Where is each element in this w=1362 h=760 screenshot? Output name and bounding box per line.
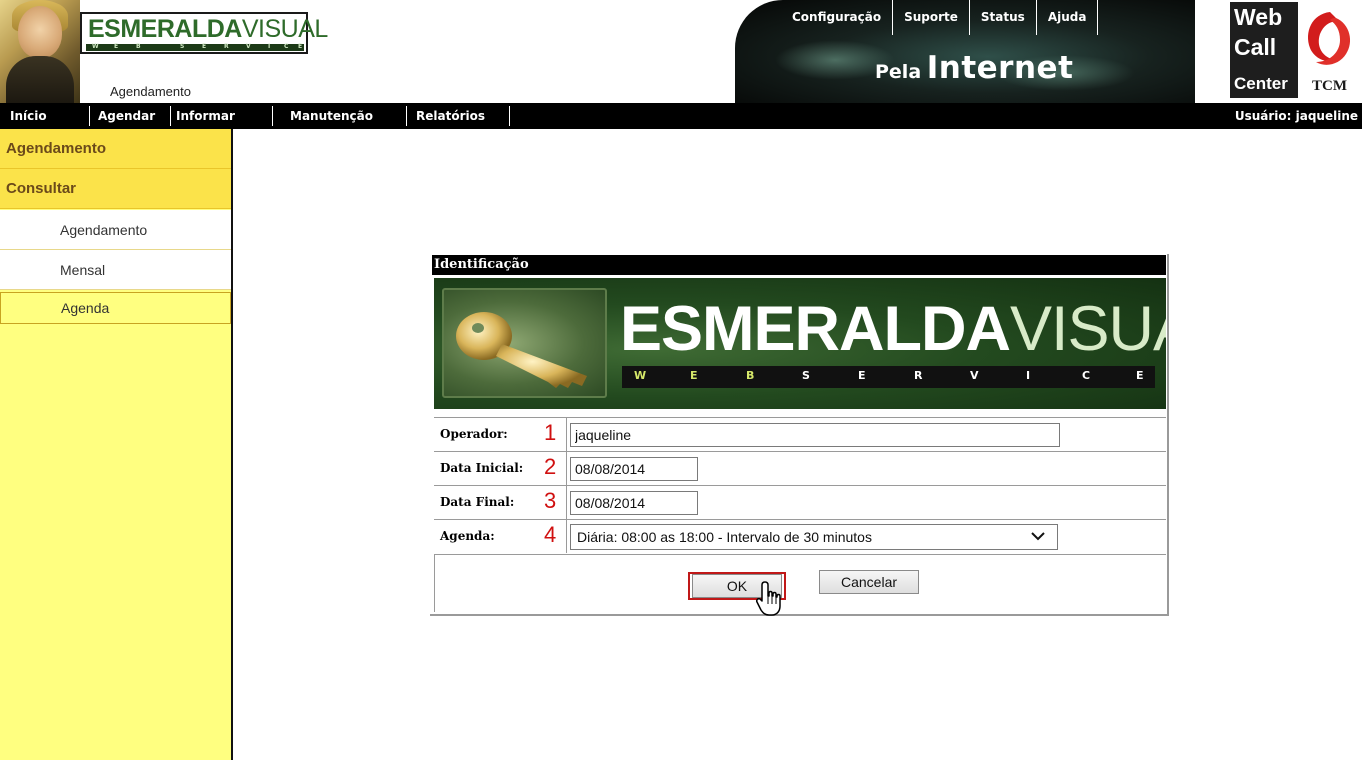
brand-strip-letter: S [180,43,185,50]
brand-logo: ESMERALDAVISUAL W E B S E R V I C E [80,12,328,54]
agenda-select-value: Diária: 08:00 as 18:00 - Intervalo de 30… [577,529,872,545]
dialog-title: Identificação [432,255,1166,275]
nav-separator [272,106,273,126]
data-inicial-label: Data Inicial: [440,461,524,475]
nav-agendar[interactable]: Agendar [98,103,155,129]
link-configuracao[interactable]: Configuração [790,0,894,35]
banner-strip-letter: R [914,369,923,382]
brand-light: VISUAL [241,15,328,43]
sidebar-head-consultar[interactable]: Consultar [0,169,231,209]
dialog-banner: ESMERALDAVISUAL W E B S E R V I C E [434,278,1166,409]
operador-label: Operador: [440,427,508,441]
banner-strip: W E B S E R V I C E [622,366,1155,388]
agenda-select[interactable]: Diária: 08:00 as 18:00 - Intervalo de 30… [570,524,1058,550]
brand-strip-letter: E [114,43,119,50]
key-image [442,288,607,398]
brand-strip-letter: C [284,43,289,50]
nav-separator [509,106,510,126]
chevron-down-icon [1031,532,1045,541]
sidebar: Agendamento Consultar Agendamento Mensal… [0,129,233,760]
banner-strip-letter: E [1136,369,1144,382]
brand-strip: W E B S E R V I C E [86,43,304,51]
main-nav: Início Agendar Informar Manutenção Relat… [0,103,1362,129]
top-links: Configuração Suporte Status Ajuda [790,0,1099,35]
data-final-label: Data Final: [440,495,515,509]
wcc-line1: Web [1234,4,1283,30]
tagline-big: Internet [926,50,1074,86]
banner-strip-letter: V [970,369,979,382]
sidebar-head-agendamento[interactable]: Agendamento [0,129,231,169]
row-agenda: Agenda: 4 Diária: 08:00 as 18:00 - Inter… [434,519,1166,553]
web-call-center-logo: Web Call Center TCM [1228,0,1362,103]
nav-relatorios[interactable]: Relatórios [416,103,485,129]
agenda-label: Agenda: [440,529,495,543]
identification-dialog: Identificação ESMERALDAVISUAL W E [430,254,1169,616]
brand-strip-letter: B [136,43,141,50]
row-data-inicial: Data Inicial: 2 [434,451,1166,485]
nav-manutencao[interactable]: Manutenção [290,103,373,129]
brand-strip-letter: E [298,43,303,50]
nav-separator [89,106,90,126]
banner-strip-letter: I [1026,369,1031,382]
step-marker-4: 4 [544,522,557,547]
header-photo [0,0,80,103]
row-data-final: Data Final: 3 [434,485,1166,519]
cancel-button[interactable]: Cancelar [819,570,919,594]
banner-tagline: Pela Internet [875,50,1073,86]
brand-strip-letter: W [92,43,99,50]
module-label: Agendamento [110,84,191,99]
key-icon [456,312,587,388]
data-final-input[interactable] [570,491,698,515]
link-suporte[interactable]: Suporte [893,0,970,35]
step-marker-3: 3 [544,488,557,513]
banner-strip-letter: E [858,369,866,382]
sidebar-item-agendamento[interactable]: Agendamento [0,210,231,250]
step-marker-2: 2 [544,454,557,479]
current-user: Usuário: jaqueline [1234,109,1358,123]
nav-separator [170,106,171,126]
nav-informar[interactable]: Informar [176,103,235,129]
banner-strip-letter: E [690,369,698,382]
link-status[interactable]: Status [970,0,1037,35]
sidebar-item-agenda[interactable]: Agenda [0,292,231,324]
banner-brand-bold: ESMERALDA [620,294,1011,364]
hand-cursor-icon [756,581,781,616]
data-inicial-input[interactable] [570,457,698,481]
header: ESMERALDAVISUAL W E B S E R V I C E Agen… [0,0,1362,103]
step-marker-1: 1 [544,420,557,445]
operador-input[interactable] [570,423,1060,447]
brand-strip-letter: R [224,43,229,50]
tcm-swirl-icon [1308,12,1351,65]
brand-strip-letter: I [268,43,271,50]
button-row: OK Cancelar [434,554,1166,616]
tcm-label: TCM [1312,78,1347,94]
banner-brand: ESMERALDAVISUAL [620,296,1166,362]
banner-brand-light: VISUAL [1010,294,1166,364]
link-ajuda[interactable]: Ajuda [1037,0,1099,35]
tagline-small: Pela [875,61,922,83]
sidebar-item-mensal[interactable]: Mensal [0,250,231,290]
brand-bold: ESMERALDA [88,15,242,43]
brand-strip-letter: E [202,43,207,50]
wcc-line3: Center [1234,74,1288,93]
row-operador: Operador: 1 [434,417,1166,451]
brand-strip-letter: V [246,43,251,50]
banner-strip-letter: S [802,369,810,382]
banner-strip-letter: B [746,369,755,382]
nav-inicio[interactable]: Início [10,103,47,129]
banner-strip-letter: C [1082,369,1091,382]
wcc-line2: Call [1234,34,1277,60]
banner-strip-letter: W [634,369,647,382]
nav-separator [406,106,407,126]
